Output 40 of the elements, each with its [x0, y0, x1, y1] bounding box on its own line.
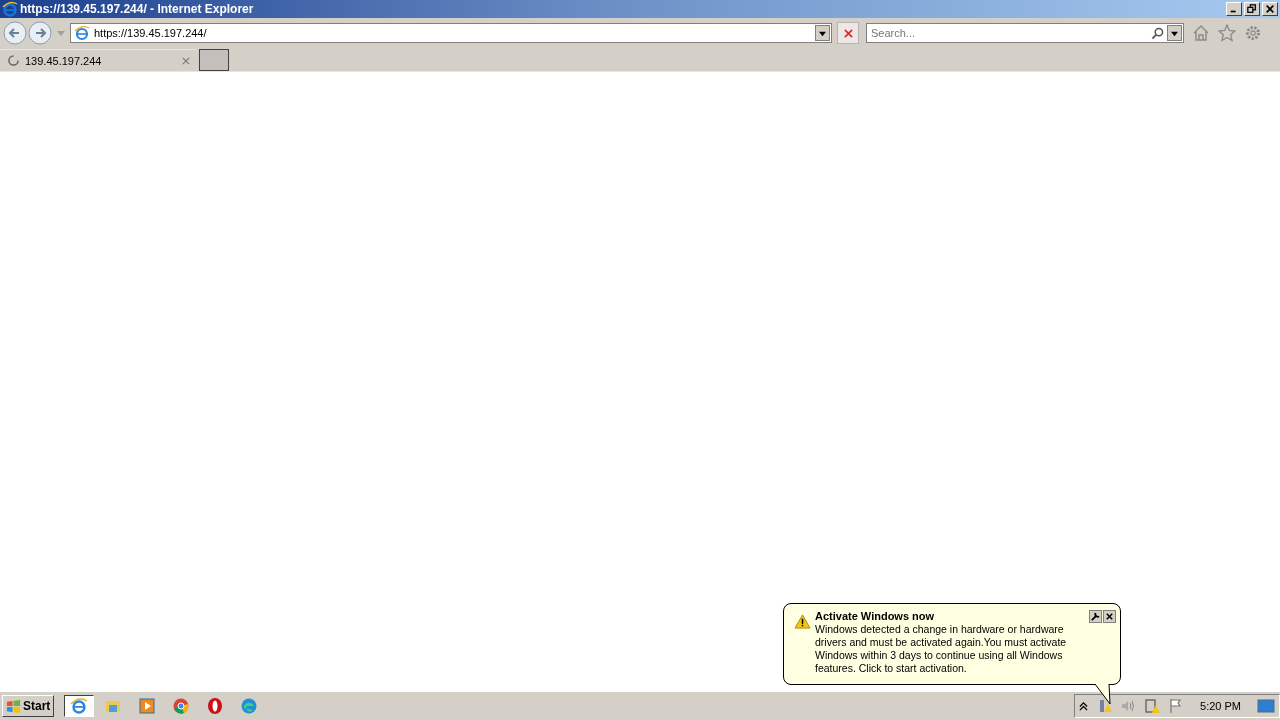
play-icon — [138, 697, 157, 715]
ring-logo-icon — [206, 697, 225, 715]
restore-icon — [1247, 4, 1257, 14]
taskbar-button[interactable] — [64, 695, 95, 717]
wave-logo-icon — [240, 697, 259, 715]
e-logo-icon — [70, 697, 89, 715]
warning-icon — [794, 614, 811, 629]
restore-button[interactable] — [1244, 2, 1260, 16]
star-icon[interactable] — [1218, 24, 1236, 42]
settings-icon[interactable] — [1244, 24, 1262, 42]
show-hidden-icons-icon[interactable] — [1079, 701, 1089, 711]
dropdown-arrow-icon[interactable] — [819, 29, 826, 37]
close-icon — [1265, 4, 1275, 14]
clock[interactable]: 5:20 PM — [1200, 700, 1241, 712]
address-field[interactable]: https://139.45.197.244/ — [70, 23, 832, 43]
minimize-button[interactable] — [1226, 2, 1242, 16]
page-icon — [74, 25, 90, 41]
start-button[interactable]: Start — [2, 695, 55, 717]
dropdown-arrow-icon[interactable] — [1171, 29, 1178, 37]
home-icon[interactable] — [1192, 24, 1210, 42]
notification-message[interactable]: Windows detected a change in hardware or hardware drivers and must be activated again.You must activate Windows within 3 days to continue using all Windows features. Click to start activation. — [815, 623, 1085, 675]
browser-logo-icon — [2, 1, 18, 17]
balloon-pointer — [1094, 684, 1114, 706]
stop-button[interactable] — [837, 22, 859, 44]
new-tab-button[interactable] — [199, 49, 229, 71]
notification-title: Activate Windows now — [815, 610, 936, 622]
window-title: https://139.45.197.244/ - Internet Explorer — [20, 2, 254, 16]
close-button[interactable] — [1262, 2, 1278, 16]
windows-flag-icon — [6, 698, 21, 714]
wrench-icon[interactable] — [1089, 610, 1102, 623]
loading-icon — [8, 55, 19, 66]
search-field[interactable]: Search... — [866, 23, 1184, 43]
search-icon[interactable] — [1151, 26, 1164, 40]
back-button[interactable] — [3, 21, 27, 45]
close-icon — [842, 27, 854, 39]
close-icon[interactable] — [1103, 610, 1116, 623]
forward-button[interactable] — [28, 21, 52, 45]
close-tab-icon[interactable] — [182, 56, 190, 65]
network-icon[interactable] — [1144, 698, 1161, 714]
tricolor-circle-icon — [172, 697, 191, 715]
